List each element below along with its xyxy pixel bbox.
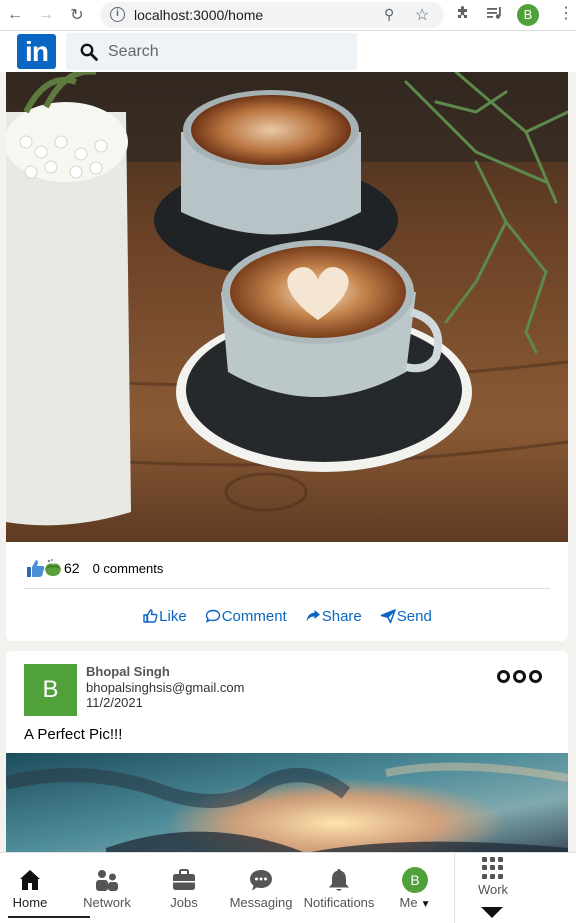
post-date: 11/2/2021 [86,695,143,710]
nav-me[interactable]: B Me ▼ [392,853,438,923]
media-queue-icon[interactable] [486,5,504,25]
like-count[interactable]: 62 [64,560,80,576]
nav-messaging[interactable]: Messaging [226,853,296,923]
back-arrow-icon[interactable]: ← [5,5,25,25]
like-button[interactable]: Like [142,604,187,628]
extensions-puzzle-icon[interactable] [455,5,471,25]
reaction-summary[interactable]: 62 0 comments [24,556,163,580]
nav-network[interactable]: Network [77,853,137,923]
nav-home[interactable]: Home [0,853,60,923]
coffee-latte-art-photo [6,72,568,542]
more-options-icon[interactable] [497,670,542,683]
like-icon [143,609,158,623]
message-icon [250,870,272,891]
forward-arrow-icon[interactable]: → [36,5,56,25]
author-name[interactable]: Bhopal Singh [86,664,170,679]
send-icon [380,609,396,624]
address-bar[interactable]: i localhost:3000/home ⚲ ☆ [100,2,444,28]
work-caret-down-icon[interactable] [481,907,503,918]
post-actions: Like Comment Share Send [6,604,568,628]
nav-messaging-label: Messaging [229,895,293,910]
browser-toolbar: ← → ↻ i localhost:3000/home ⚲ ☆ B ⋮ [0,0,576,31]
nav-network-label: Network [83,895,131,910]
address-url[interactable]: localhost:3000/home [134,7,263,23]
browser-profile-avatar[interactable]: B [517,4,539,26]
celebrate-icon [45,559,61,576]
nav-jobs[interactable]: Jobs [154,853,214,923]
nav-me-label: Me [399,895,418,910]
work-label[interactable]: Work [463,882,523,897]
bookmark-star-icon[interactable]: ☆ [415,5,429,25]
site-info-icon[interactable]: i [110,7,125,22]
reload-icon[interactable]: ↻ [67,5,87,25]
author-avatar[interactable]: B [24,664,77,716]
comment-label: Comment [221,607,287,625]
apps-grid-icon[interactable] [482,857,504,879]
feed-post: 62 0 comments Like Comment Share Send [6,72,568,641]
comment-button[interactable]: Comment [205,604,287,628]
post-divider [24,588,550,589]
zoom-icon[interactable]: ⚲ [384,6,394,23]
comment-icon [205,609,220,623]
share-icon [306,610,320,622]
nav-home-label: Home [12,895,48,910]
caret-down-icon: ▼ [420,899,431,910]
search-bar[interactable] [66,33,357,70]
network-icon [96,870,118,891]
search-input[interactable] [108,33,348,70]
browser-menu-icon[interactable]: ⋮ [558,4,574,24]
send-button[interactable]: Send [380,604,432,628]
app-header: in [0,31,576,72]
bell-icon [329,869,349,891]
briefcase-icon [173,869,195,890]
nav-jobs-label: Jobs [170,895,198,910]
nav-separator [454,853,455,923]
like-label: Like [159,607,187,625]
share-label: Share [321,607,362,625]
sunset-sky-photo [6,753,568,861]
share-button[interactable]: Share [305,604,362,628]
send-label: Send [396,607,432,625]
linkedin-logo[interactable]: in [17,34,56,69]
post-caption: A Perfect Pic!!! [24,726,123,743]
comment-count[interactable]: 0 comments [93,561,164,576]
feed-post: B Bhopal Singh bhopalsinghsis@gmail.com … [6,651,568,861]
nav-me-label-wrap: Me ▼ [400,895,431,910]
nav-notifications[interactable]: Notifications [301,853,377,923]
me-avatar: B [402,867,428,893]
home-icon [20,870,40,890]
nav-notifications-label: Notifications [303,895,375,910]
author-email: bhopalsinghsis@gmail.com [86,680,245,695]
bottom-navigation: Home Network Jobs Messaging Notification… [0,852,576,923]
search-icon [80,43,98,61]
